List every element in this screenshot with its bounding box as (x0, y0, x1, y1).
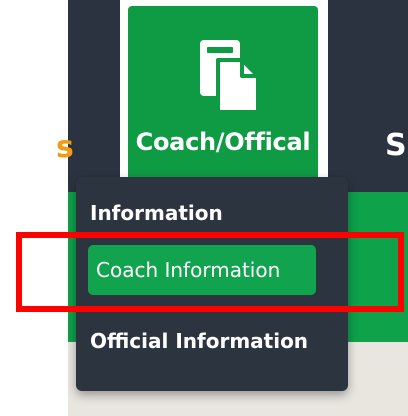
page-margin (0, 0, 68, 416)
menu-item-official-information[interactable]: Official Information (90, 329, 308, 353)
left-tile-label-fragment: s (56, 130, 74, 165)
adjacent-tile-right[interactable] (328, 0, 408, 192)
right-tile-label-fragment: S (385, 128, 407, 163)
tile-label: Coach/Offical (135, 128, 311, 156)
screen: s S Coach/Offical Information Coach Info… (0, 0, 408, 416)
adjacent-tile-left[interactable] (68, 0, 120, 192)
copy-documents-icon (178, 36, 268, 116)
coach-official-tile[interactable]: Coach/Offical (128, 6, 318, 192)
dropdown-menu: Information Coach Information Official I… (76, 177, 348, 391)
menu-item-coach-information[interactable]: Coach Information (88, 245, 316, 295)
menu-item-information[interactable]: Information (90, 201, 223, 225)
